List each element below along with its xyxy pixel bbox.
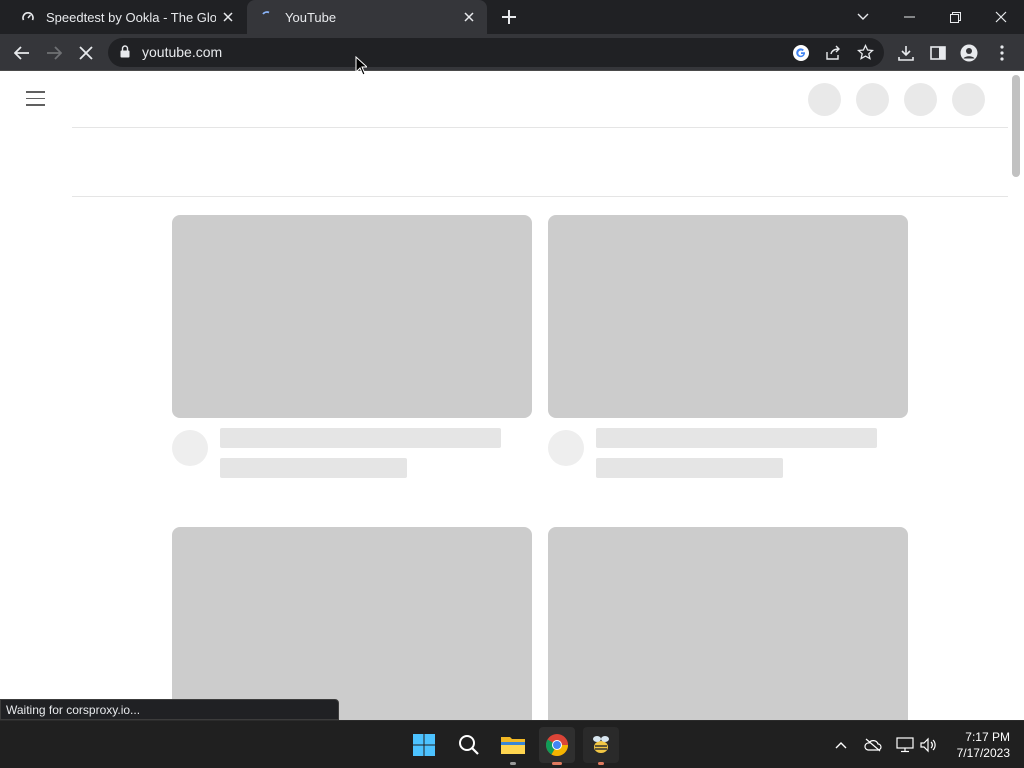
chevron-up-icon[interactable]	[831, 735, 851, 755]
channel-avatar-skeleton	[172, 430, 208, 466]
video-thumbnail-skeleton	[172, 215, 532, 418]
file-explorer-icon[interactable]	[495, 727, 531, 765]
header-skeleton-circle	[808, 83, 841, 116]
onedrive-offline-icon[interactable]	[863, 735, 883, 755]
tab-speedtest[interactable]: Speedtest by Ookla - The Global	[8, 0, 246, 34]
close-window-button[interactable]	[987, 4, 1015, 30]
lock-icon[interactable]	[120, 45, 130, 63]
google-lens-icon[interactable]	[792, 44, 810, 67]
kebab-menu-icon[interactable]	[990, 41, 1014, 65]
header-skeleton-circle	[856, 83, 889, 116]
network-icon[interactable]	[895, 735, 915, 755]
video-thumbnail-skeleton	[548, 215, 908, 418]
title-bar: Speedtest by Ookla - The Global YouTube	[0, 0, 1024, 34]
youtube-page	[0, 71, 1024, 720]
meta-skeleton	[596, 458, 783, 478]
header-skeleton-circle	[904, 83, 937, 116]
search-icon[interactable]	[451, 727, 487, 763]
meta-skeleton	[220, 458, 407, 478]
side-panel-icon[interactable]	[926, 41, 950, 65]
address-bar[interactable]: youtube.com	[108, 38, 884, 67]
tab-title: Speedtest by Ookla - The Global	[46, 9, 216, 25]
close-icon[interactable]	[220, 9, 236, 25]
tab-youtube[interactable]: YouTube	[247, 0, 487, 34]
windows-start-icon[interactable]	[406, 727, 442, 763]
speedtest-icon	[20, 9, 36, 25]
download-icon[interactable]	[894, 41, 918, 65]
minimize-button[interactable]	[895, 4, 923, 30]
running-indicator	[598, 762, 604, 765]
url-text[interactable]: youtube.com	[142, 44, 222, 60]
tab-search-chevron-icon[interactable]	[849, 4, 877, 30]
forward-button[interactable]	[42, 41, 66, 65]
restore-button[interactable]	[941, 4, 969, 30]
title-skeleton	[220, 428, 501, 448]
browser-toolbar: youtube.com	[0, 34, 1024, 71]
clock[interactable]: 7:17 PM 7/17/2023	[957, 729, 1010, 761]
chrome-icon[interactable]	[539, 727, 575, 765]
back-button[interactable]	[10, 41, 34, 65]
clock-time: 7:17 PM	[965, 730, 1010, 744]
scrollbar[interactable]	[1012, 75, 1020, 177]
stop-loading-button[interactable]	[74, 41, 98, 65]
chips-divider	[72, 196, 1008, 197]
status-bubble: Waiting for corsproxy.io...	[0, 699, 339, 720]
video-thumbnail-skeleton	[172, 527, 532, 720]
running-indicator	[510, 762, 516, 765]
hamburger-menu-icon[interactable]	[26, 91, 46, 107]
tab-title: YouTube	[285, 9, 337, 25]
header-skeleton-circle	[952, 83, 985, 116]
app-icon[interactable]	[583, 727, 619, 765]
profile-icon[interactable]	[957, 41, 981, 65]
loading-spinner-icon	[259, 9, 275, 25]
new-tab-button[interactable]	[499, 7, 519, 27]
header-divider	[72, 127, 1008, 128]
share-icon[interactable]	[824, 44, 842, 67]
bookmark-star-icon[interactable]	[856, 43, 875, 66]
clock-date: 7/17/2023	[956, 746, 1010, 760]
close-icon[interactable]	[461, 9, 477, 25]
title-skeleton	[596, 428, 877, 448]
active-indicator	[552, 762, 562, 765]
volume-icon[interactable]	[918, 735, 938, 755]
channel-avatar-skeleton	[548, 430, 584, 466]
mouse-cursor-icon	[355, 55, 369, 81]
video-thumbnail-skeleton	[548, 527, 908, 720]
windows-taskbar: 7:17 PM 7/17/2023	[0, 720, 1024, 768]
